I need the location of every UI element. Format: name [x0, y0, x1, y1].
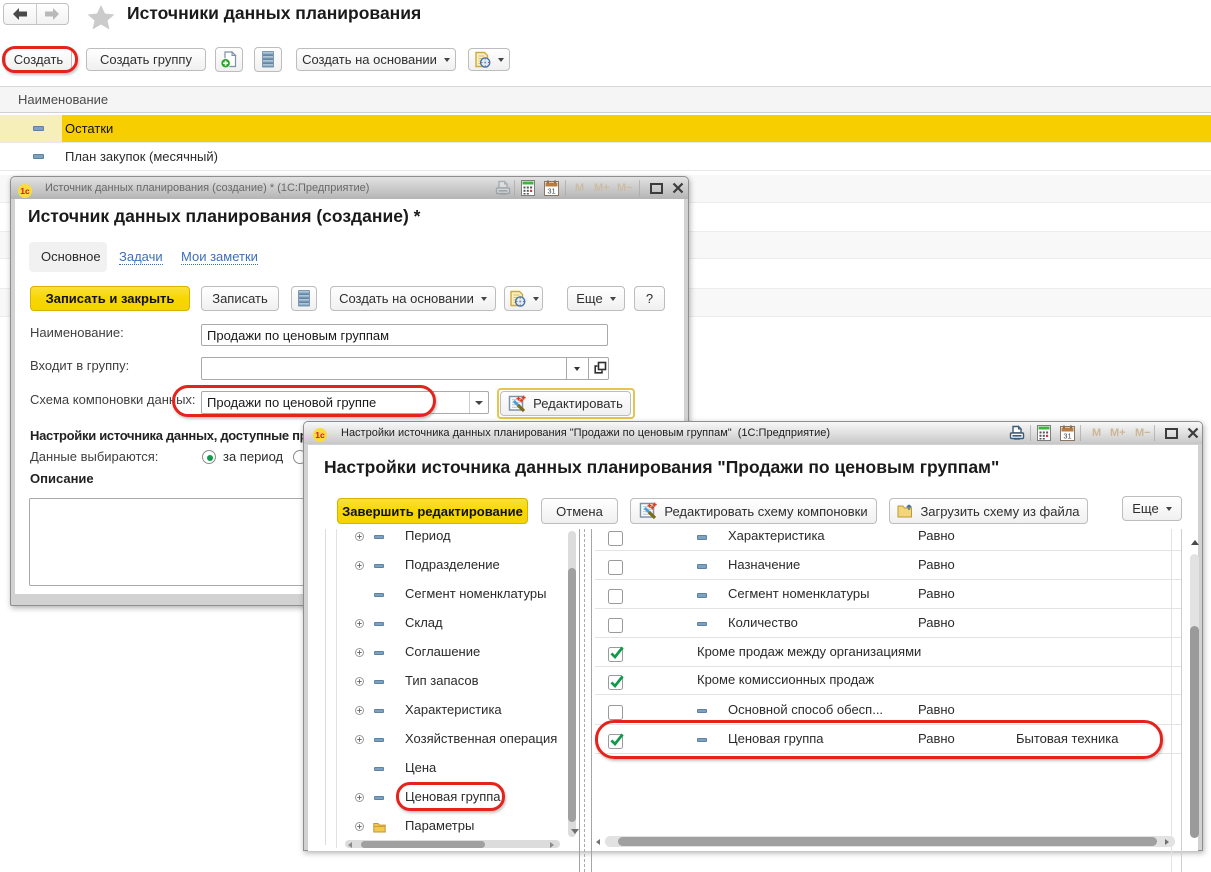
svg-text:1с: 1с — [315, 430, 325, 440]
svg-text:1с: 1с — [20, 186, 30, 196]
svg-text:31: 31 — [547, 187, 555, 196]
svg-text:31: 31 — [1063, 432, 1071, 441]
